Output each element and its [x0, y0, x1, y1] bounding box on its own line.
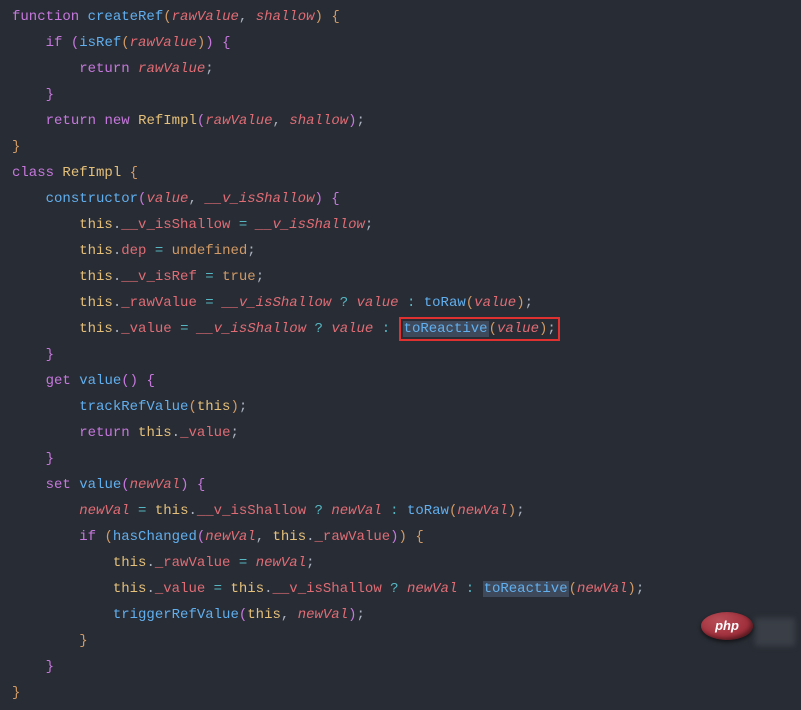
prop-value: _value	[121, 321, 171, 337]
class-RefImpl: RefImpl	[138, 113, 197, 129]
code-block: function createRef(rawValue, shallow) { …	[0, 0, 801, 710]
getter-value: value	[79, 373, 121, 389]
param-shallow: shallow	[256, 9, 315, 25]
undefined: undefined	[172, 243, 248, 259]
func-createRef: createRef	[88, 9, 164, 25]
constructor: constructor	[46, 191, 138, 207]
true: true	[222, 269, 256, 285]
keyword-set: set	[46, 477, 71, 493]
prop-v-isShallow: __v_isShallow	[121, 217, 230, 233]
setter-value: value	[79, 477, 121, 493]
param-rawValue: rawValue	[172, 9, 239, 25]
keyword-if: if	[46, 35, 63, 51]
call-toReactive: toReactive	[403, 321, 489, 337]
call-trackRefValue: trackRefValue	[79, 399, 188, 415]
call-toRaw: toRaw	[424, 295, 466, 311]
param-newVal: newVal	[130, 477, 180, 493]
keyword-class: class	[12, 165, 54, 181]
this: this	[79, 217, 113, 233]
param-v-is-shallow: __v_isShallow	[205, 191, 314, 207]
highlight-box: toReactive(value);	[399, 317, 560, 341]
keyword-new: new	[104, 113, 129, 129]
prop-dep: dep	[121, 243, 146, 259]
call-isRef: isRef	[79, 35, 121, 51]
keyword-return: return	[79, 61, 129, 77]
prop-v-isRef: __v_isRef	[121, 269, 197, 285]
param-value: value	[146, 191, 188, 207]
keyword-function: function	[12, 9, 79, 25]
prop-rawValue: _rawValue	[121, 295, 197, 311]
call-hasChanged: hasChanged	[113, 529, 197, 545]
keyword-get: get	[46, 373, 71, 389]
php-badge-icon: php	[701, 612, 753, 640]
call-triggerRefValue: triggerRefValue	[113, 607, 239, 623]
blurred-region	[755, 618, 795, 646]
